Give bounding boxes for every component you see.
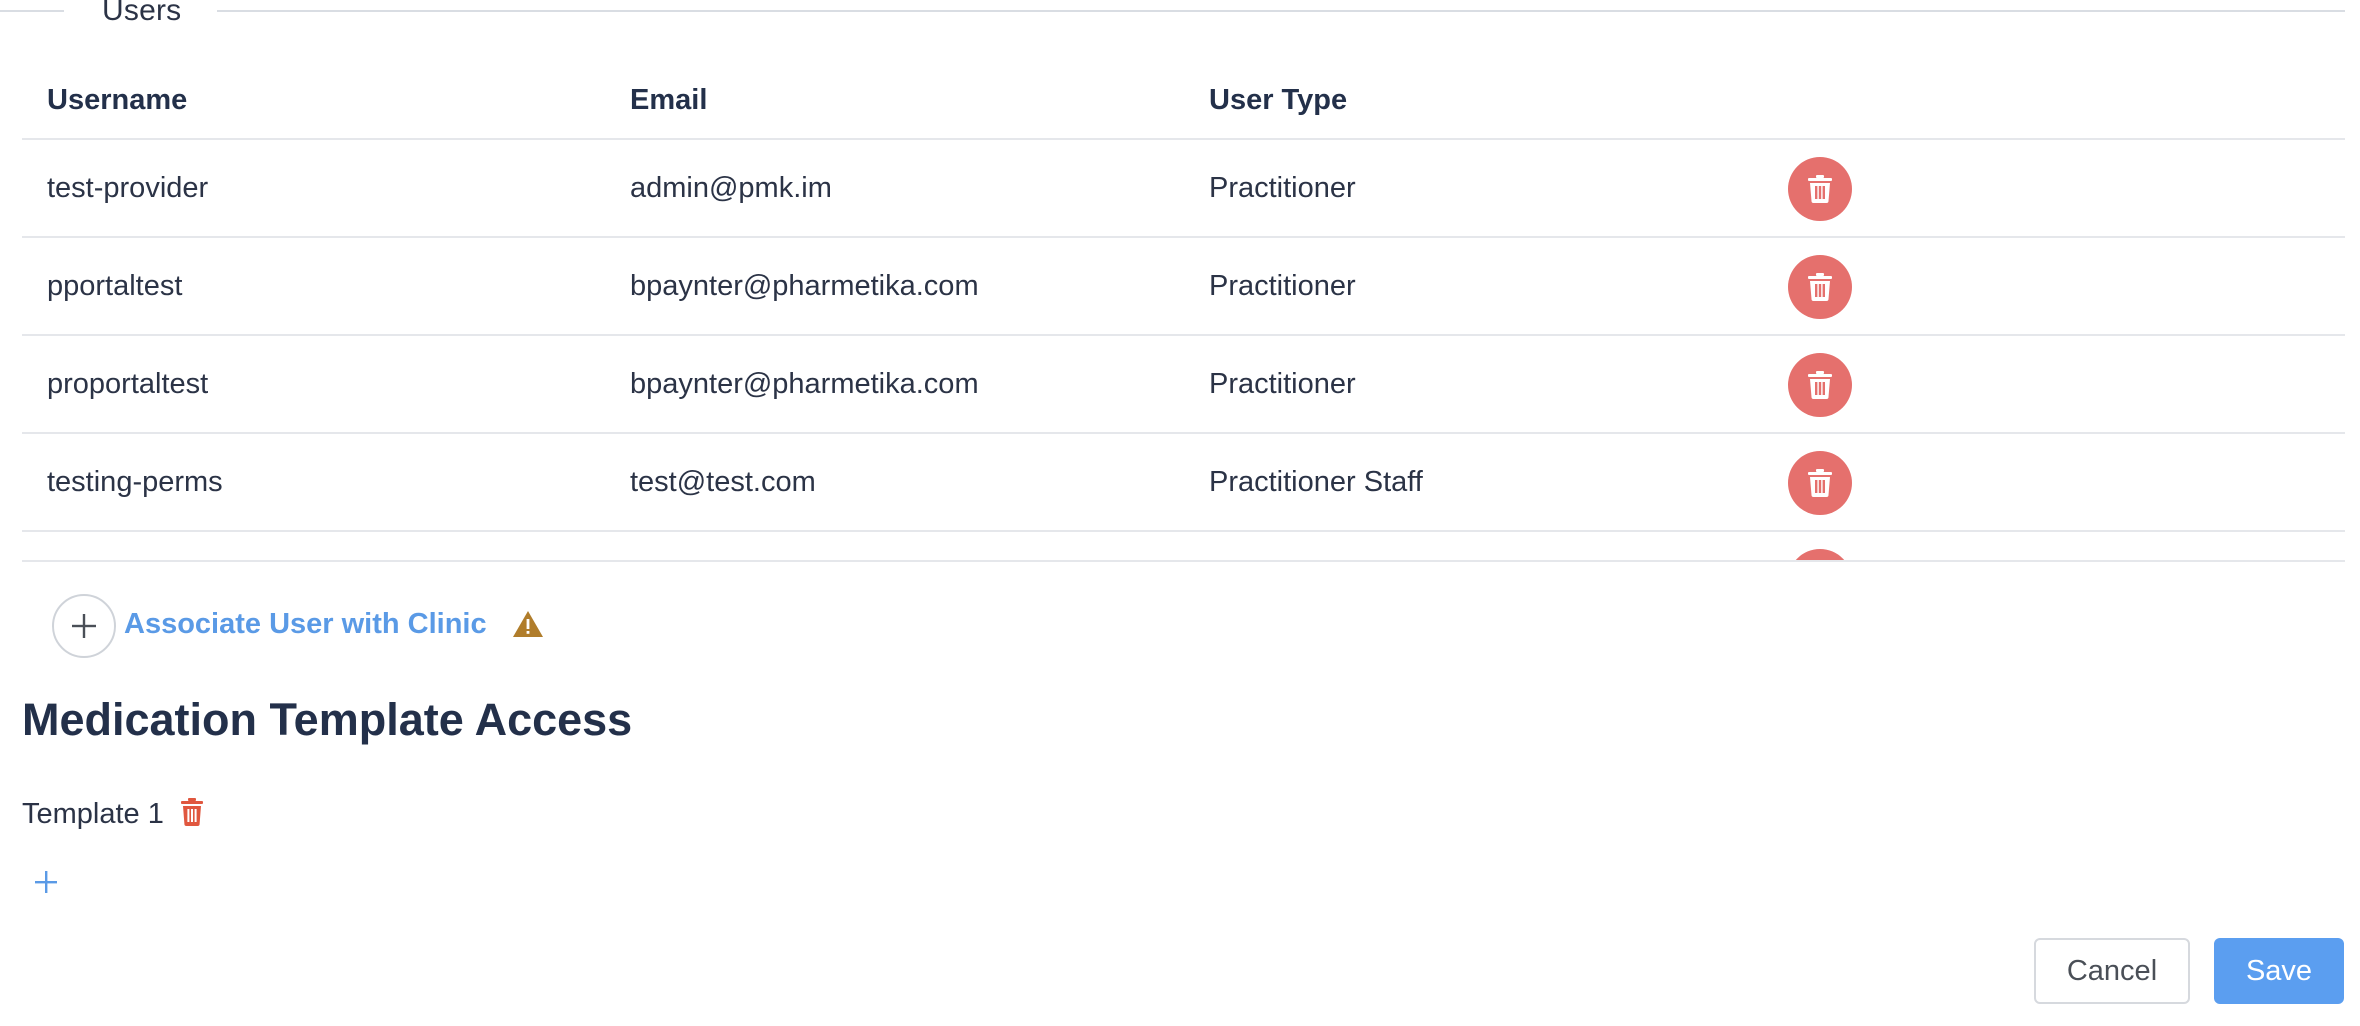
- username-cell: pportaltest: [47, 270, 183, 302]
- table-row: pportaltest bpaynter@pharmetika.com Prac…: [22, 238, 2345, 336]
- fieldset-border-right: [217, 10, 2345, 12]
- email-cell: test@test.com: [630, 466, 816, 498]
- template-label: Template 1: [22, 798, 164, 830]
- user-type-cell: Practitioner: [1209, 270, 1356, 302]
- plus-icon[interactable]: [34, 870, 58, 894]
- medication-section-title: Medication Template Access: [22, 694, 633, 745]
- delete-user-button[interactable]: [1788, 549, 1852, 560]
- trash-icon: [1808, 469, 1832, 497]
- fieldset-border-left: [0, 10, 64, 12]
- trash-icon: [1808, 273, 1832, 301]
- trash-icon: [1808, 175, 1832, 203]
- table-row: [22, 532, 2345, 560]
- username-cell: testing-perms: [47, 466, 223, 498]
- email-cell: admin@pmk.im: [630, 172, 832, 204]
- user-type-cell: Practitioner Staff: [1209, 466, 1423, 498]
- table-row: proportaltest bpaynter@pharmetika.com Pr…: [22, 336, 2345, 434]
- column-header-user-type: User Type: [1209, 84, 1348, 116]
- trash-icon: [1808, 371, 1832, 399]
- column-header-email: Email: [630, 84, 708, 116]
- plus-icon: [72, 614, 96, 638]
- cancel-button[interactable]: Cancel: [2034, 938, 2190, 1004]
- table-header: Username Email User Type: [22, 60, 2345, 140]
- users-table[interactable]: Username Email User Type test-provider a…: [22, 60, 2345, 562]
- edit-clinic-page: Users Username Email User Type test-prov…: [0, 0, 2360, 1026]
- delete-user-button[interactable]: [1788, 157, 1852, 221]
- associate-user-link[interactable]: Associate User with Clinic: [124, 608, 487, 641]
- table-row: test-provider admin@pmk.im Practitioner: [22, 140, 2345, 238]
- warning-icon: [513, 611, 543, 637]
- username-cell: proportaltest: [47, 368, 209, 400]
- delete-user-button[interactable]: [1788, 451, 1852, 515]
- table-row: testing-perms test@test.com Practitioner…: [22, 434, 2345, 532]
- email-cell: bpaynter@pharmetika.com: [630, 368, 979, 400]
- email-cell: bpaynter@pharmetika.com: [630, 270, 979, 302]
- save-button[interactable]: Save: [2214, 938, 2344, 1004]
- associate-user-add-button[interactable]: [52, 594, 116, 658]
- user-type-cell: Practitioner: [1209, 172, 1356, 204]
- users-legend: Users: [102, 0, 182, 27]
- delete-user-button[interactable]: [1788, 255, 1852, 319]
- column-header-username: Username: [47, 84, 188, 116]
- user-type-cell: Practitioner: [1209, 368, 1356, 400]
- delete-user-button[interactable]: [1788, 353, 1852, 417]
- trash-icon[interactable]: [180, 798, 204, 826]
- username-cell: test-provider: [47, 172, 209, 204]
